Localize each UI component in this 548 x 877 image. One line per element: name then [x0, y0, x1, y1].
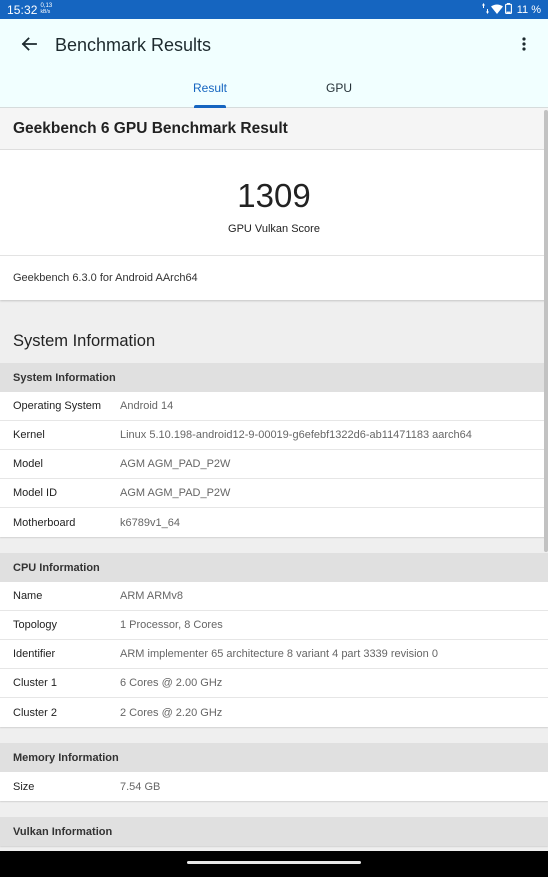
result-card-title: Geekbench 6 GPU Benchmark Result: [0, 108, 548, 150]
table-row: Model ID AGM AGM_PAD_P2W: [0, 479, 548, 508]
table-header: Vulkan Information: [0, 817, 548, 846]
table-row: Cluster 1 6 Cores @ 2.00 GHz: [0, 669, 548, 698]
table-row: Model AGM AGM_PAD_P2W: [0, 450, 548, 479]
status-icons: 11 %: [481, 2, 541, 17]
row-key: Identifier: [13, 648, 56, 660]
result-card: Geekbench 6 GPU Benchmark Result 1309 GP…: [0, 108, 548, 300]
row-key: Name: [13, 590, 43, 602]
system-information-title: System Information: [13, 332, 156, 350]
row-key: Size: [13, 780, 35, 793]
table-row: Identifier ARM implementer 65 architectu…: [0, 640, 548, 669]
table-header: System Information: [0, 363, 548, 392]
row-value: 7.54 GB: [120, 780, 161, 793]
tab-result[interactable]: Result: [176, 81, 244, 95]
row-value: AGM AGM_PAD_P2W: [120, 487, 231, 499]
data-transfer-icon: [481, 2, 489, 17]
app-bar: Benchmark Results Result GPU: [0, 19, 548, 108]
navigation-bar: [0, 851, 548, 877]
more-vert-icon: [522, 36, 526, 56]
status-bar: 15:32 0,13 kB/s 11 %: [0, 0, 548, 19]
row-value: Android 14: [120, 400, 174, 412]
network-speed: 0,13 kB/s: [41, 3, 53, 15]
page-title: Benchmark Results: [55, 35, 212, 55]
scrollbar[interactable]: [544, 110, 548, 552]
arrow-back-icon: [21, 36, 37, 57]
row-key: Model ID: [13, 487, 58, 499]
row-value: ARM implementer 65 architecture 8 varian…: [120, 648, 438, 660]
battery-percent: 11 %: [516, 3, 541, 16]
back-button[interactable]: [16, 33, 42, 59]
row-key: Operating System: [13, 400, 102, 412]
tab-gpu[interactable]: GPU: [305, 81, 373, 95]
memory-info-table: Memory Information Size 7.54 GB: [0, 743, 548, 801]
wifi-icon: [490, 3, 503, 17]
cpu-info-table: CPU Information Name ARM ARMv8 Topology …: [0, 553, 548, 727]
battery-icon: [504, 2, 512, 17]
table-header: Memory Information: [0, 743, 548, 772]
overflow-menu-button[interactable]: [514, 33, 534, 59]
gesture-handle[interactable]: [187, 861, 361, 864]
table-header: CPU Information: [0, 553, 548, 582]
row-value: ARM ARMv8: [120, 590, 183, 602]
row-value: Linux 5.10.198-android12-9-00019-g6efebf…: [120, 429, 472, 441]
benchmark-version: Geekbench 6.3.0 for Android AArch64: [13, 272, 198, 284]
row-value: AGM AGM_PAD_P2W: [120, 458, 231, 470]
score-block: 1309 GPU Vulkan Score: [0, 150, 548, 256]
row-key: Motherboard: [13, 516, 76, 529]
table-row: Size 7.54 GB: [0, 772, 548, 801]
system-info-table: System Information Operating System Andr…: [0, 363, 548, 537]
gpu-score: 1309: [237, 177, 311, 214]
table-row: Name ARM ARMv8: [0, 582, 548, 611]
row-value: 1 Processor, 8 Cores: [120, 619, 223, 631]
row-value: 6 Cores @ 2.00 GHz: [120, 677, 223, 689]
vulkan-info-table: Vulkan Information: [0, 817, 548, 846]
row-key: Cluster 2: [13, 706, 58, 719]
row-key: Kernel: [13, 429, 45, 441]
gpu-score-label: GPU Vulkan Score: [228, 223, 320, 235]
row-value: k6789v1_64: [120, 516, 180, 529]
table-row: Cluster 2 2 Cores @ 2.20 GHz: [0, 698, 548, 727]
row-value: 2 Cores @ 2.20 GHz: [120, 706, 223, 719]
table-row: Topology 1 Processor, 8 Cores: [0, 611, 548, 640]
results-content[interactable]: Geekbench 6 GPU Benchmark Result 1309 GP…: [0, 108, 548, 851]
row-key: Topology: [13, 619, 58, 631]
table-row: Operating System Android 14: [0, 392, 548, 421]
row-key: Model: [13, 458, 43, 470]
network-speed-unit: kB/s: [40, 8, 51, 15]
table-row: Motherboard k6789v1_64: [0, 508, 548, 537]
row-key: Cluster 1: [13, 677, 58, 689]
table-row: Kernel Linux 5.10.198-android12-9-00019-…: [0, 421, 548, 450]
status-time: 15:32: [7, 2, 38, 17]
